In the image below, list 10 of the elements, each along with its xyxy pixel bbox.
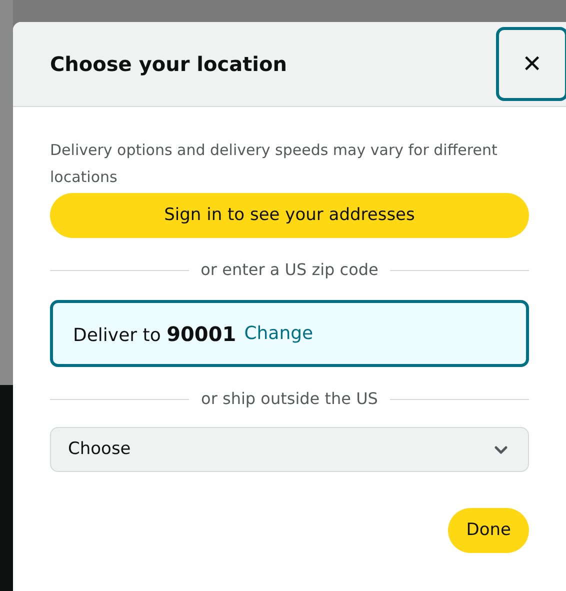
divider-label: or enter a US zip code [200, 259, 378, 281]
deliver-to-text: Deliver to 90001 [73, 320, 236, 348]
sign-in-button[interactable]: Sign in to see your addresses [50, 193, 529, 238]
description: Delivery options and delivery speeds may vary for different locations [50, 140, 498, 188]
change-link[interactable]: Change [244, 320, 314, 347]
done-button[interactable]: Done [448, 508, 529, 553]
country-select[interactable]: Choose [50, 427, 529, 472]
close-button[interactable]: ✕ [496, 27, 566, 101]
dialog-title: Choose your location [50, 51, 288, 78]
divider-label: or ship outside the US [201, 388, 378, 410]
